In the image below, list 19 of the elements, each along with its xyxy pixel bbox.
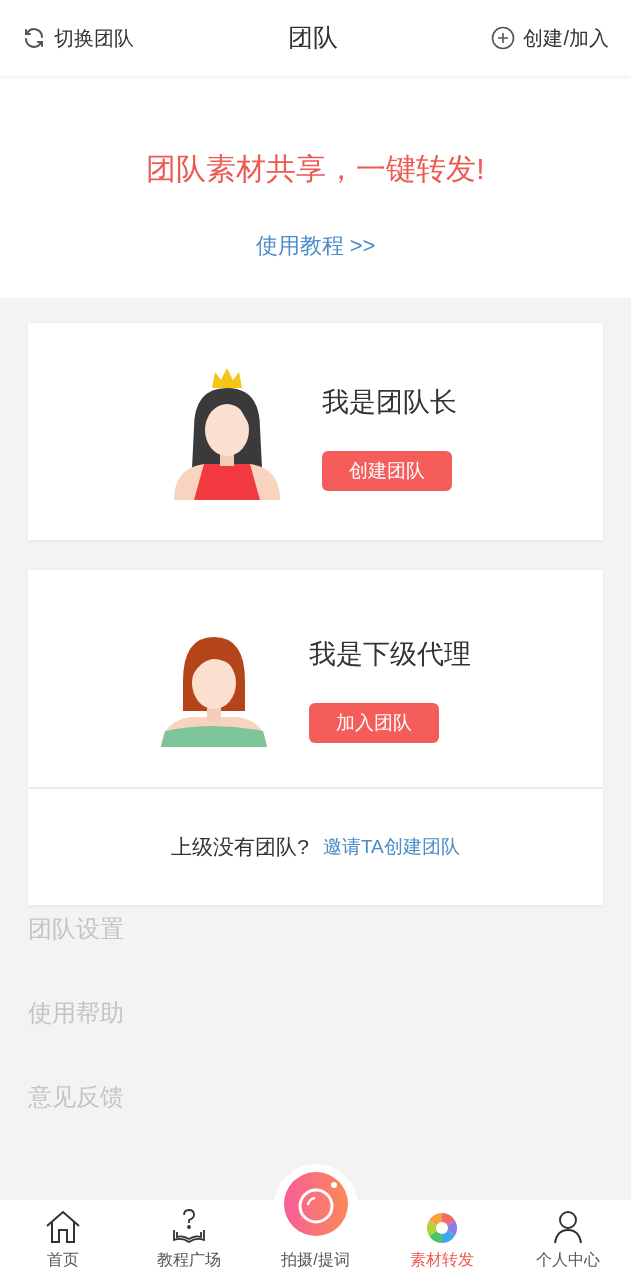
plus-circle-icon [491,26,516,50]
tutorial-link[interactable]: 使用教程 >> [255,229,376,262]
switch-team-button[interactable]: 切换团队 [22,23,134,53]
person-icon [552,1210,583,1244]
tab[interactable]: 拍摄/提词 [252,1164,379,1280]
create-join-button[interactable]: 创建/加入 [491,23,609,53]
home-icon [45,1210,82,1244]
tab[interactable]: 个人中心 [504,1200,631,1280]
tab[interactable]: 首页 [0,1200,127,1280]
aperture-icon [425,1212,458,1244]
role-title: 我是下级代理 [308,638,471,672]
book-question-icon [172,1208,207,1244]
refresh-icon [22,26,46,50]
invite-link[interactable]: 邀请TA创建团队 [322,832,460,862]
tab[interactable]: 教程广场 [126,1200,253,1280]
invite-question: 上级没有团队? [171,834,309,861]
page-title: 团队 [287,22,338,54]
slogan: 团队素材共享，一键转发! [146,151,485,187]
role-title: 我是团队长 [322,386,457,420]
